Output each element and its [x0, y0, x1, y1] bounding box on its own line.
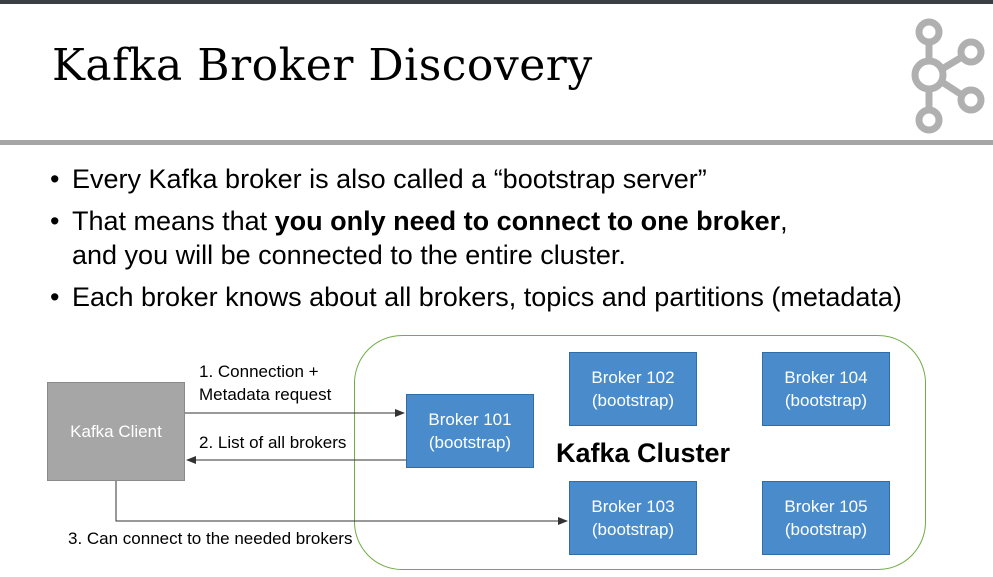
top-bar [0, 0, 993, 4]
bullet-item: • Each broker knows about all brokers, t… [50, 280, 980, 314]
bullet-text-line2: and you will be connected to the entire … [72, 240, 626, 270]
step2-label: 2. List of all brokers [199, 433, 347, 452]
slide-title: Kafka Broker Discovery [52, 40, 593, 91]
bullet-item: • That means that you only need to conne… [50, 204, 980, 272]
step1-line1: 1. Connection + [199, 362, 319, 381]
bullet-dot: • [50, 206, 60, 236]
bullet-dot: • [50, 164, 60, 194]
title-divider [0, 140, 993, 145]
bullet-text: Every Kafka broker is also called a “boo… [72, 164, 707, 194]
broker-discovery-diagram: Kafka Cluster Kafka Client Broker 101 (b… [0, 330, 993, 577]
kafka-logo-icon [911, 18, 985, 134]
step3-label: 3. Can connect to the needed brokers [68, 529, 353, 548]
bullet-text-post: , [780, 206, 788, 236]
bullet-text-pre: That means that [72, 206, 275, 236]
connect-brokers-arrow [115, 481, 568, 525]
bullet-text: Each broker knows about all brokers, top… [72, 282, 902, 312]
bullet-item: • Every Kafka broker is also called a “b… [50, 162, 980, 196]
step1-line2: Metadata request [199, 385, 332, 404]
bullet-list: • Every Kafka broker is also called a “b… [50, 162, 980, 322]
step1-label: 1. Connection + Metadata request [199, 360, 331, 406]
bullet-dot: • [50, 282, 60, 312]
bullet-text-bold: you only need to connect to one broker [274, 206, 781, 236]
